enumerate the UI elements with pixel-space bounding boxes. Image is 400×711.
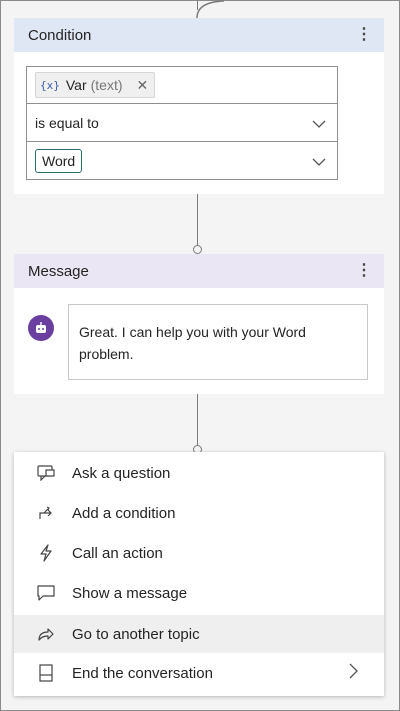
message-bubble[interactable]: Great. I can help you with your Word pro… — [68, 304, 368, 380]
operator-dropdown[interactable]: is equal to — [27, 103, 337, 141]
variable-type: (text) — [90, 77, 123, 93]
condition-title: Condition — [28, 26, 92, 44]
variable-chip[interactable]: {x} Var (text) ✕ — [35, 72, 156, 98]
message-card[interactable]: Message ⋮ Great. I can help you with you… — [14, 254, 384, 394]
connector-node[interactable] — [193, 245, 202, 254]
value-dropdown[interactable]: Word — [27, 141, 337, 179]
chevron-down-icon[interactable] — [309, 153, 329, 169]
operator-value: is equal to — [35, 114, 99, 131]
bot-avatar-icon — [28, 315, 54, 341]
message-text-line1: Great. I can help you with your Word — [79, 324, 306, 340]
menu-item-call-action[interactable]: Call an action — [14, 534, 384, 572]
menu-item-go-to-topic[interactable]: Go to another topic — [14, 615, 384, 653]
branch-icon — [36, 503, 56, 523]
menu-item-end-conversation[interactable]: End the conversation — [14, 654, 384, 692]
menu-item-label: Go to another topic — [72, 625, 200, 643]
menu-item-label: End the conversation — [72, 664, 213, 682]
chevron-down-icon[interactable] — [309, 115, 329, 131]
more-options-icon[interactable]: ⋮ — [356, 27, 372, 43]
chat-bubble-icon — [36, 583, 56, 603]
more-options-icon[interactable]: ⋮ — [356, 263, 372, 279]
connector-message-menu — [197, 394, 198, 446]
connector-condition-message — [197, 194, 198, 246]
value-pill: Word — [35, 148, 83, 173]
condition-editor: {x} Var (text) ✕ is equal to Word — [26, 66, 338, 180]
redirect-arrow-icon — [36, 624, 56, 644]
message-title: Message — [28, 262, 89, 280]
top-connector-curve — [196, 0, 225, 18]
menu-item-label: Call an action — [72, 544, 163, 562]
variable-name: Var — [65, 77, 87, 93]
menu-item-add-condition[interactable]: Add a condition — [14, 494, 384, 532]
menu-item-label: Ask a question — [72, 464, 171, 482]
menu-item-label: Add a condition — [72, 504, 176, 522]
chevron-right-icon[interactable] — [349, 663, 358, 684]
add-node-menu: Ask a question Add a condition Call an a… — [14, 452, 384, 696]
condition-header: Condition ⋮ — [14, 18, 384, 52]
menu-item-label: Show a message — [72, 584, 188, 602]
menu-item-show-message[interactable]: Show a message — [14, 574, 384, 612]
condition-card[interactable]: Condition ⋮ {x} Var (text) ✕ is equal to… — [14, 18, 384, 194]
question-icon — [36, 463, 56, 483]
message-header: Message ⋮ — [14, 254, 384, 288]
end-conversation-icon — [36, 663, 56, 683]
message-text-line2: problem. — [79, 346, 134, 362]
variable-icon: {x} — [40, 78, 60, 92]
lightning-icon — [36, 543, 56, 563]
menu-item-ask-question[interactable]: Ask a question — [14, 454, 384, 492]
variable-row: {x} Var (text) ✕ — [27, 67, 337, 103]
remove-variable-icon[interactable]: ✕ — [137, 77, 149, 94]
